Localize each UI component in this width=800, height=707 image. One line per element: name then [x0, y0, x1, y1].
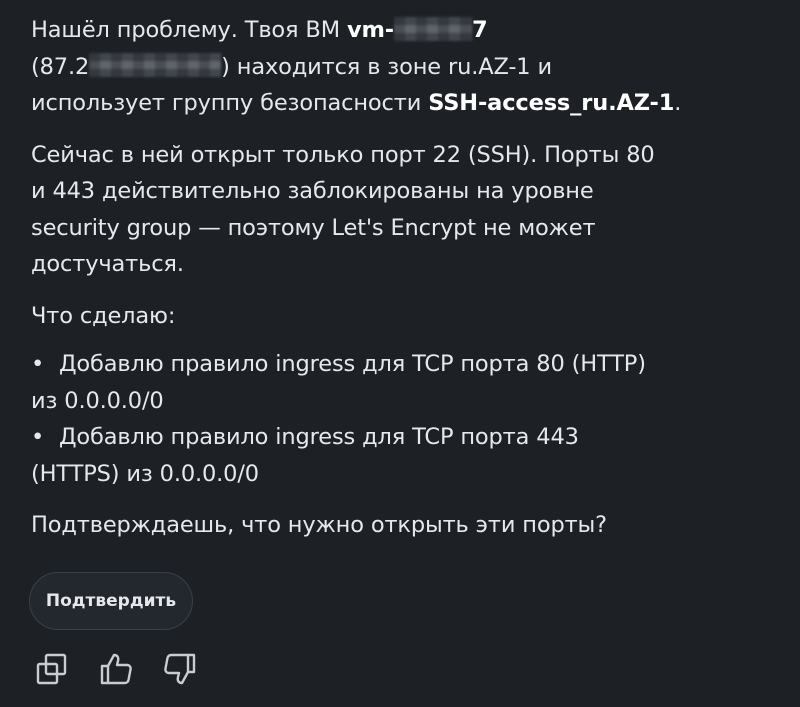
redacted-ip-address	[89, 53, 222, 77]
plan-list: • Добавлю правило ingress для TCP порта 8…	[31, 346, 731, 492]
message-paragraph-2: Сейчас в ней открыт только порт 22 (SSH)…	[31, 137, 731, 283]
message-text: ) находится в зоне ru.AZ-1 и	[221, 53, 552, 80]
message-text: использует группу безопасности	[31, 90, 429, 116]
redacted-vm-id	[393, 16, 472, 41]
list-item: • Добавлю правило ingress для TCP порта 8…	[31, 346, 731, 419]
assistant-message: Нашёл проблему. Твоя ВМ vm- 7 (87.2 ) нахо…	[31, 12, 731, 544]
thumbs-up-icon[interactable]	[97, 650, 134, 687]
message-line: security group — поэтому Let's Encrypt н…	[31, 214, 596, 241]
confirmation-question: Подтверждаешь, что нужно открыть эти пор…	[31, 512, 607, 538]
message-line: и 443 действительно заблокированы на уро…	[31, 178, 594, 204]
copy-icon[interactable]	[33, 650, 70, 687]
message-paragraph-1: Нашёл проблему. Твоя ВМ vm- 7 (87.2 ) нахо…	[31, 16, 682, 116]
ip-address-prefix: (87.2	[31, 53, 90, 80]
message-line: достучаться.	[31, 251, 184, 277]
message-actions	[33, 650, 198, 687]
message-text: Нашёл проблему. Твоя ВМ	[31, 17, 347, 43]
security-group-name: SSH-access_ru.AZ-1	[428, 90, 675, 116]
bullet-marker: •	[31, 424, 45, 450]
plan-heading: Что сделаю:	[31, 302, 176, 329]
bullet-marker: •	[31, 351, 45, 377]
vm-name: vm- 7	[346, 16, 488, 43]
thumbs-down-icon[interactable]	[161, 650, 198, 687]
confirm-button[interactable]: Подтвердить	[29, 572, 193, 630]
message-line: Сейчас в ней открыт только порт 22 (SSH)…	[31, 141, 655, 168]
list-item: • Добавлю правило ingress для TCP порта 4…	[31, 419, 731, 492]
